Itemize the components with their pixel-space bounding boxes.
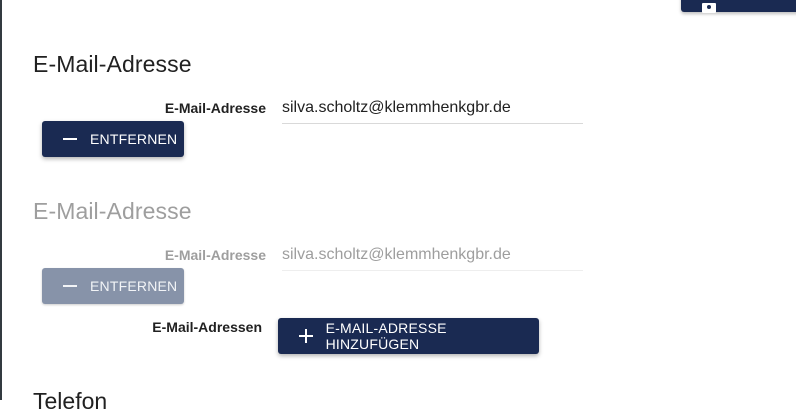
remove-email-button-label: ENTFERNEN: [90, 278, 178, 294]
remove-email-button-disabled: ENTFERNEN: [42, 268, 184, 304]
email-field-label: E-Mail-Adresse: [164, 100, 266, 116]
add-email-button[interactable]: E-MAIL-ADRESSE HINZUFÜGEN: [278, 318, 539, 354]
phone-section-title: Telefon: [33, 388, 108, 414]
email-section-title: E-Mail-Adresse: [33, 51, 192, 77]
remove-email-button-label: ENTFERNEN: [90, 131, 178, 147]
save-button[interactable]: [681, 0, 796, 13]
minus-icon: [62, 278, 78, 294]
save-icon: [701, 0, 717, 13]
email-field-label-disabled: E-Mail-Adresse: [164, 247, 266, 263]
add-email-label: E-Mail-Adressen: [152, 319, 262, 335]
email-field[interactable]: silva.scholtz@klemmhenkgbr.de: [282, 99, 583, 124]
remove-email-button[interactable]: ENTFERNEN: [42, 121, 184, 157]
minus-icon: [62, 131, 78, 147]
plus-icon: [298, 328, 314, 344]
email-section-title-disabled: E-Mail-Adresse: [33, 198, 192, 224]
add-email-button-label: E-MAIL-ADRESSE HINZUFÜGEN: [325, 320, 447, 352]
left-border: [0, 0, 2, 400]
email-field-disabled: silva.scholtz@klemmhenkgbr.de: [282, 246, 583, 271]
